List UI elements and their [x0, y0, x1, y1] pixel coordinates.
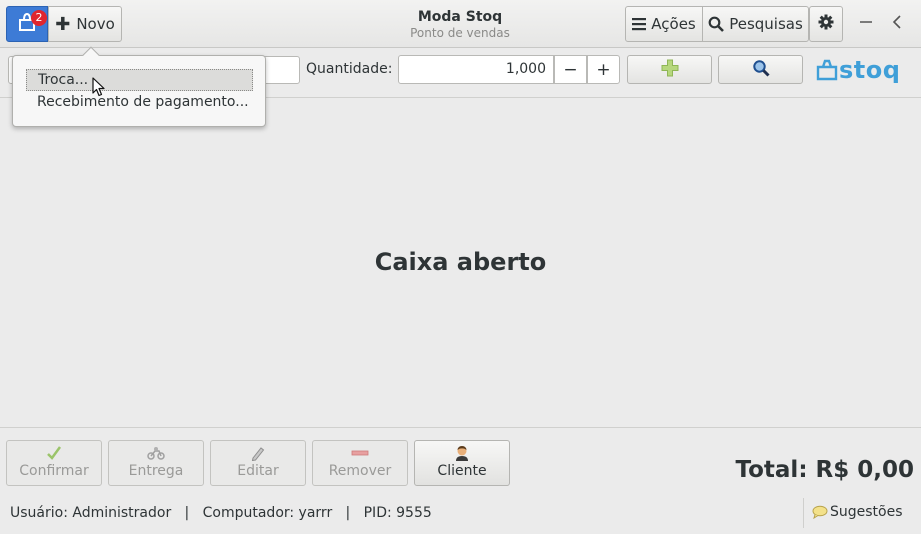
minimize-button[interactable]	[855, 12, 877, 34]
new-button-label: Novo	[76, 15, 115, 33]
stoq-logo-bag-icon	[816, 59, 838, 81]
quantity-decrement-button[interactable]: −	[554, 55, 587, 84]
status-bar: Usuário: Administrador | Computador: yar…	[0, 494, 921, 534]
client-label: Cliente	[437, 463, 487, 479]
confirm-label: Confirmar	[19, 463, 89, 479]
quantity-input[interactable]: 1,000	[398, 55, 554, 84]
header-bar: 2 ✚ Novo Moda Stoq Ponto de vendas Ações…	[0, 0, 921, 48]
till-status-message: Caixa aberto	[374, 248, 547, 276]
searches-label: Pesquisas	[729, 15, 803, 33]
speech-bubble-icon	[812, 505, 828, 519]
sale-items-area: Caixa aberto	[0, 98, 921, 428]
add-plus-icon	[661, 59, 679, 81]
stoq-logo: stoq	[815, 56, 900, 84]
add-item-button[interactable]	[627, 55, 712, 84]
quantity-increment-button[interactable]: +	[587, 55, 620, 84]
remove-label: Remover	[328, 463, 392, 479]
new-menu-popover: Troca... Recebimento de pagamento...	[12, 46, 266, 127]
app-title: Moda Stoq	[417, 9, 503, 25]
app-menu-button[interactable]: 2	[6, 6, 48, 42]
status-separator	[803, 498, 804, 528]
person-icon	[454, 445, 470, 461]
actions-label: Ações	[651, 15, 696, 33]
quantity-label: Quantidade:	[306, 61, 393, 77]
mouse-pointer-icon	[92, 77, 106, 101]
pencil-icon	[250, 445, 266, 461]
search-icon	[708, 16, 725, 32]
magnifier-icon	[752, 59, 770, 81]
app-subtitle: Ponto de vendas	[410, 26, 510, 40]
motorcycle-icon	[147, 445, 165, 461]
confirm-button[interactable]: Confirmar	[6, 440, 102, 486]
edit-button[interactable]: Editar	[210, 440, 306, 486]
back-chevron-icon	[890, 13, 904, 34]
sale-total: Total: R$ 0,00	[735, 457, 914, 483]
session-info: Usuário: Administrador | Computador: yar…	[10, 505, 432, 521]
suggestions-label: Sugestões	[830, 504, 903, 520]
delivery-label: Entrega	[128, 463, 184, 479]
gear-icon	[818, 14, 834, 34]
hamburger-icon	[632, 17, 647, 31]
minimize-icon	[859, 13, 873, 34]
plus-icon: ✚	[55, 13, 71, 35]
menu-item-payment-receipt[interactable]: Recebimento de pagamento...	[26, 92, 253, 114]
app-window: 2 ✚ Novo Moda Stoq Ponto de vendas Ações…	[0, 0, 921, 534]
remove-button[interactable]: Remover	[312, 440, 408, 486]
suggestions-button[interactable]: Sugestões	[812, 504, 903, 520]
window-title: Moda Stoq Ponto de vendas	[360, 9, 560, 40]
stoq-logo-text: stoq	[839, 56, 901, 84]
notification-badge: 2	[31, 10, 47, 26]
edit-label: Editar	[237, 463, 279, 479]
product-search-button[interactable]	[718, 55, 803, 84]
minus-icon	[351, 445, 369, 461]
back-button[interactable]	[886, 12, 908, 34]
checkmark-icon	[46, 445, 62, 461]
searches-button[interactable]: Pesquisas	[702, 6, 809, 42]
menu-item-exchange[interactable]: Troca...	[26, 69, 253, 91]
client-button[interactable]: Cliente	[414, 440, 510, 486]
settings-button[interactable]	[809, 6, 843, 42]
actions-button[interactable]: Ações	[625, 6, 703, 42]
new-button[interactable]: ✚ Novo	[48, 6, 122, 42]
delivery-button[interactable]: Entrega	[108, 440, 204, 486]
